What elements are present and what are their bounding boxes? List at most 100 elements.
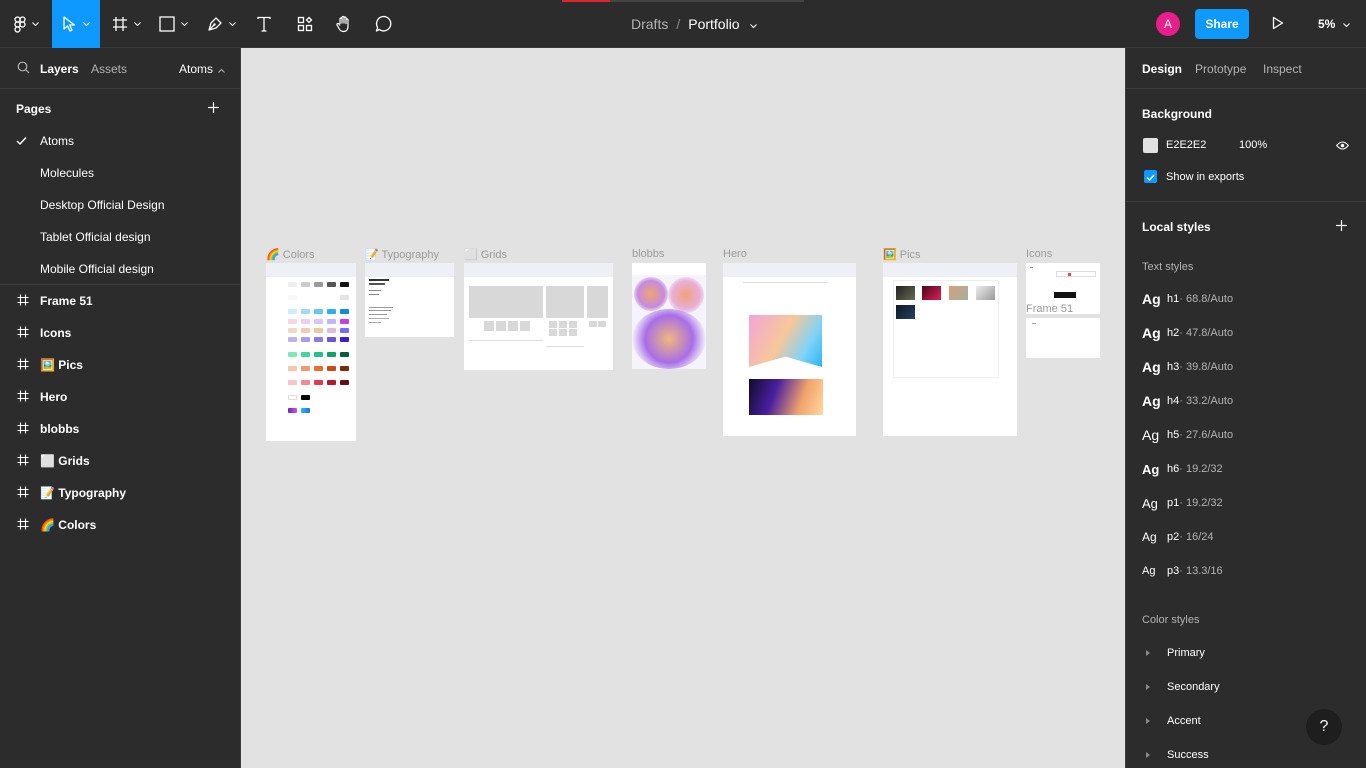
frame-pics[interactable] [883,263,1017,436]
frame-grids[interactable] [464,263,613,370]
layer-item-grids[interactable]: ⬜ Grids [0,445,240,477]
layer-item-typography[interactable]: 📝 Typography [0,477,240,509]
color-swatch [340,319,349,324]
tab-layers[interactable]: Layers [40,62,79,76]
text-style-h3[interactable]: Ag h3 · 39.8/Auto [1142,357,1233,377]
frame-51[interactable] [1026,318,1100,358]
frame-label-frame-51[interactable]: Frame 51 [1026,303,1073,315]
tab-assets[interactable]: Assets [91,62,127,76]
avatar[interactable]: A [1156,12,1180,36]
text-style-h1[interactable]: Ag h1 · 68.8/Auto [1142,289,1233,309]
main-menu-button[interactable] [0,0,52,48]
layer-item-frame-51[interactable]: Frame 51 [0,285,240,317]
local-styles-heading: Local styles [1142,220,1211,234]
color-swatch [301,395,310,400]
grid-cell [549,321,557,328]
page-item-molecules[interactable]: Molecules [0,157,240,189]
frame-label-grids[interactable]: ⬜ Grids [464,248,507,261]
frame-label-colors[interactable]: 🌈 Colors [266,248,315,261]
resources-tool-button[interactable] [288,0,322,48]
text-style-h2[interactable]: Ag h2 · 47.8/Auto [1142,323,1233,343]
pages-heading: Pages [16,102,52,116]
layer-item-pics[interactable]: 🖼️ Pics [0,349,240,381]
hand-tool-button[interactable] [328,0,360,48]
layer-item-label: blobbs [40,422,80,436]
chevron-down-icon [1343,17,1351,31]
text-style-preview: Ag [1142,291,1161,307]
checkmark-icon [16,135,27,149]
frame-icon [17,358,29,373]
eye-icon[interactable] [1335,139,1350,153]
frame-label-hero[interactable]: Hero [723,248,747,260]
background-hex-input[interactable]: E2E2E2 [1166,139,1206,151]
icon-sample [1068,273,1071,276]
tab-inspect[interactable]: Inspect [1263,62,1302,76]
text-style-h5[interactable]: Ag h5 · 27.6/Auto [1142,425,1233,445]
zoom-dropdown[interactable]: 5% [1318,0,1351,48]
tab-design[interactable]: Design [1142,62,1182,76]
page-item-atoms[interactable]: Atoms [0,125,240,157]
frame-label-pics[interactable]: 🖼️ Pics [883,248,921,261]
grid-cell [589,321,597,327]
present-button[interactable] [1266,12,1290,36]
page-item-tablet[interactable]: Tablet Official design [0,221,240,253]
layer-item-colors[interactable]: 🌈 Colors [0,509,240,541]
chevron-down-icon [180,21,188,27]
frame-typography[interactable] [365,263,454,337]
text-style-h4[interactable]: Ag h4 · 33.2/Auto [1142,391,1233,411]
frame-tool-button[interactable] [106,0,146,48]
text-style-p3[interactable]: Ag p3 · 13.3/16 [1142,561,1223,581]
add-page-button[interactable] [207,101,220,117]
frame-hero[interactable] [723,263,856,436]
frame-label-icons[interactable]: Icons [1026,248,1052,260]
text-sample [369,322,381,323]
layer-item-blobbs[interactable]: blobbs [0,413,240,445]
color-style-success[interactable]: Success [1142,745,1209,765]
breadcrumb: Drafts / Portfolio [631,0,757,48]
chevron-down-icon[interactable] [749,16,757,32]
layer-item-hero[interactable]: Hero [0,381,240,413]
text-tool-button[interactable] [248,0,280,48]
color-style-primary[interactable]: Primary [1142,643,1205,663]
frame-label-typography[interactable]: 📝 Typography [365,248,439,261]
frame-content [1032,323,1036,324]
show-in-exports-checkbox[interactable] [1144,170,1157,183]
text-style-spec: · 39.8/Auto [1179,361,1234,373]
layer-item-icons[interactable]: Icons [0,317,240,349]
text-style-name: h6 [1167,463,1180,475]
search-icon[interactable] [17,61,30,77]
components-icon [297,16,313,32]
comment-tool-button[interactable] [368,0,400,48]
color-style-accent[interactable]: Accent [1142,711,1201,731]
frame-blobbs[interactable] [632,263,706,369]
chevron-down-icon [228,21,236,27]
breadcrumb-drafts[interactable]: Drafts [631,16,668,32]
help-button[interactable]: ? [1306,709,1342,745]
page-item-mobile[interactable]: Mobile Official design [0,253,240,285]
text-style-h6[interactable]: Ag h6 · 19.2/32 [1142,459,1223,479]
background-opacity-input[interactable]: 100% [1239,139,1267,151]
text-style-p2[interactable]: Ag p2 · 16/24 [1142,527,1214,547]
text-style-spec: · 16/24 [1179,531,1214,543]
tab-prototype[interactable]: Prototype [1195,62,1246,76]
color-style-secondary[interactable]: Secondary [1142,677,1220,697]
heading-sample [369,283,385,285]
move-tool-button[interactable] [52,0,100,48]
page-selector[interactable]: Atoms [179,62,225,76]
right-tabs: Design Prototype Inspect [1126,48,1366,89]
frame-colors[interactable] [266,263,356,441]
text-style-p1[interactable]: Ag p1 · 19.2/32 [1142,493,1223,513]
frame-label-blobbs[interactable]: blobbs [632,248,664,260]
chevron-down-icon [133,21,141,27]
page-item-desktop[interactable]: Desktop Official Design [0,189,240,221]
canvas[interactable]: 🌈 Colors 📝 Typography ⬜ Grids blobbs Her… [241,48,1125,768]
share-button[interactable]: Share [1195,9,1249,39]
shape-tool-button[interactable] [152,0,194,48]
pen-tool-button[interactable] [200,0,242,48]
frame-icon [112,16,128,32]
add-style-button[interactable] [1335,219,1348,235]
background-color-swatch[interactable] [1143,138,1158,153]
color-swatch [327,328,336,333]
file-name[interactable]: Portfolio [688,16,739,32]
layer-item-label: 🖼️ Pics [40,358,83,372]
